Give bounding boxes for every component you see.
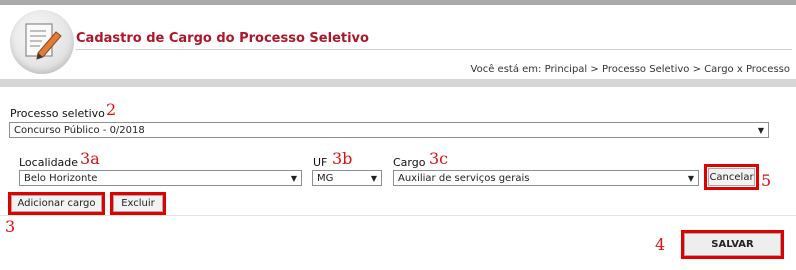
title-divider (76, 49, 792, 50)
delete-button[interactable]: Excluir (113, 195, 163, 212)
breadcrumb-prefix: Você está em: (470, 64, 542, 75)
breadcrumb-principal[interactable]: Principal (545, 64, 588, 75)
cargo-value: Auxiliar de serviços gerais (398, 173, 530, 184)
annotation-5: 5 (761, 171, 772, 190)
uf-value: MG (317, 173, 334, 184)
cancel-button[interactable]: Cancelar (708, 168, 755, 186)
annotation-3c: 3c (429, 149, 449, 168)
caret-down-icon: ▼ (757, 126, 764, 135)
breadcrumb-current: Cargo x Processo (704, 64, 790, 75)
breadcrumb: Você está em: Principal > Processo Selet… (471, 64, 790, 75)
processo-seletivo-label: Processo seletivo (10, 107, 105, 120)
processo-seletivo-value: Concurso Público - 0/2018 (14, 125, 145, 136)
localidade-label: Localidade (19, 156, 79, 169)
cargo-label: Cargo (393, 156, 426, 169)
localidade-value: Belo Horizonte (24, 173, 98, 184)
annotation-3a: 3a (80, 149, 100, 168)
page-title: Cadastro de Cargo do Processo Seletivo (76, 31, 369, 46)
breadcrumb-separator: > (692, 64, 701, 75)
caret-down-icon: ▼ (370, 174, 377, 183)
edit-document-icon (10, 10, 74, 74)
breadcrumb-processo-seletivo[interactable]: Processo Seletivo (602, 64, 689, 75)
top-bar (0, 0, 796, 5)
caret-down-icon: ▼ (290, 174, 297, 183)
annotation-4: 4 (655, 235, 666, 254)
cargo-select[interactable]: Auxiliar de serviços gerais ▼ (393, 170, 699, 186)
add-cargo-button[interactable]: Adicionar cargo (11, 195, 102, 212)
form-divider (0, 215, 796, 216)
annotation-3b: 3b (332, 149, 353, 168)
header-separator (0, 79, 796, 87)
uf-select[interactable]: MG ▼ (312, 170, 382, 186)
annotation-3: 3 (5, 217, 16, 236)
breadcrumb-separator: > (590, 64, 599, 75)
save-button[interactable]: SALVAR (684, 233, 781, 256)
localidade-select[interactable]: Belo Horizonte ▼ (19, 170, 302, 186)
caret-down-icon: ▼ (687, 174, 694, 183)
annotation-2: 2 (106, 100, 117, 119)
processo-seletivo-select[interactable]: Concurso Público - 0/2018 ▼ (9, 122, 769, 138)
uf-label: UF (313, 156, 328, 169)
